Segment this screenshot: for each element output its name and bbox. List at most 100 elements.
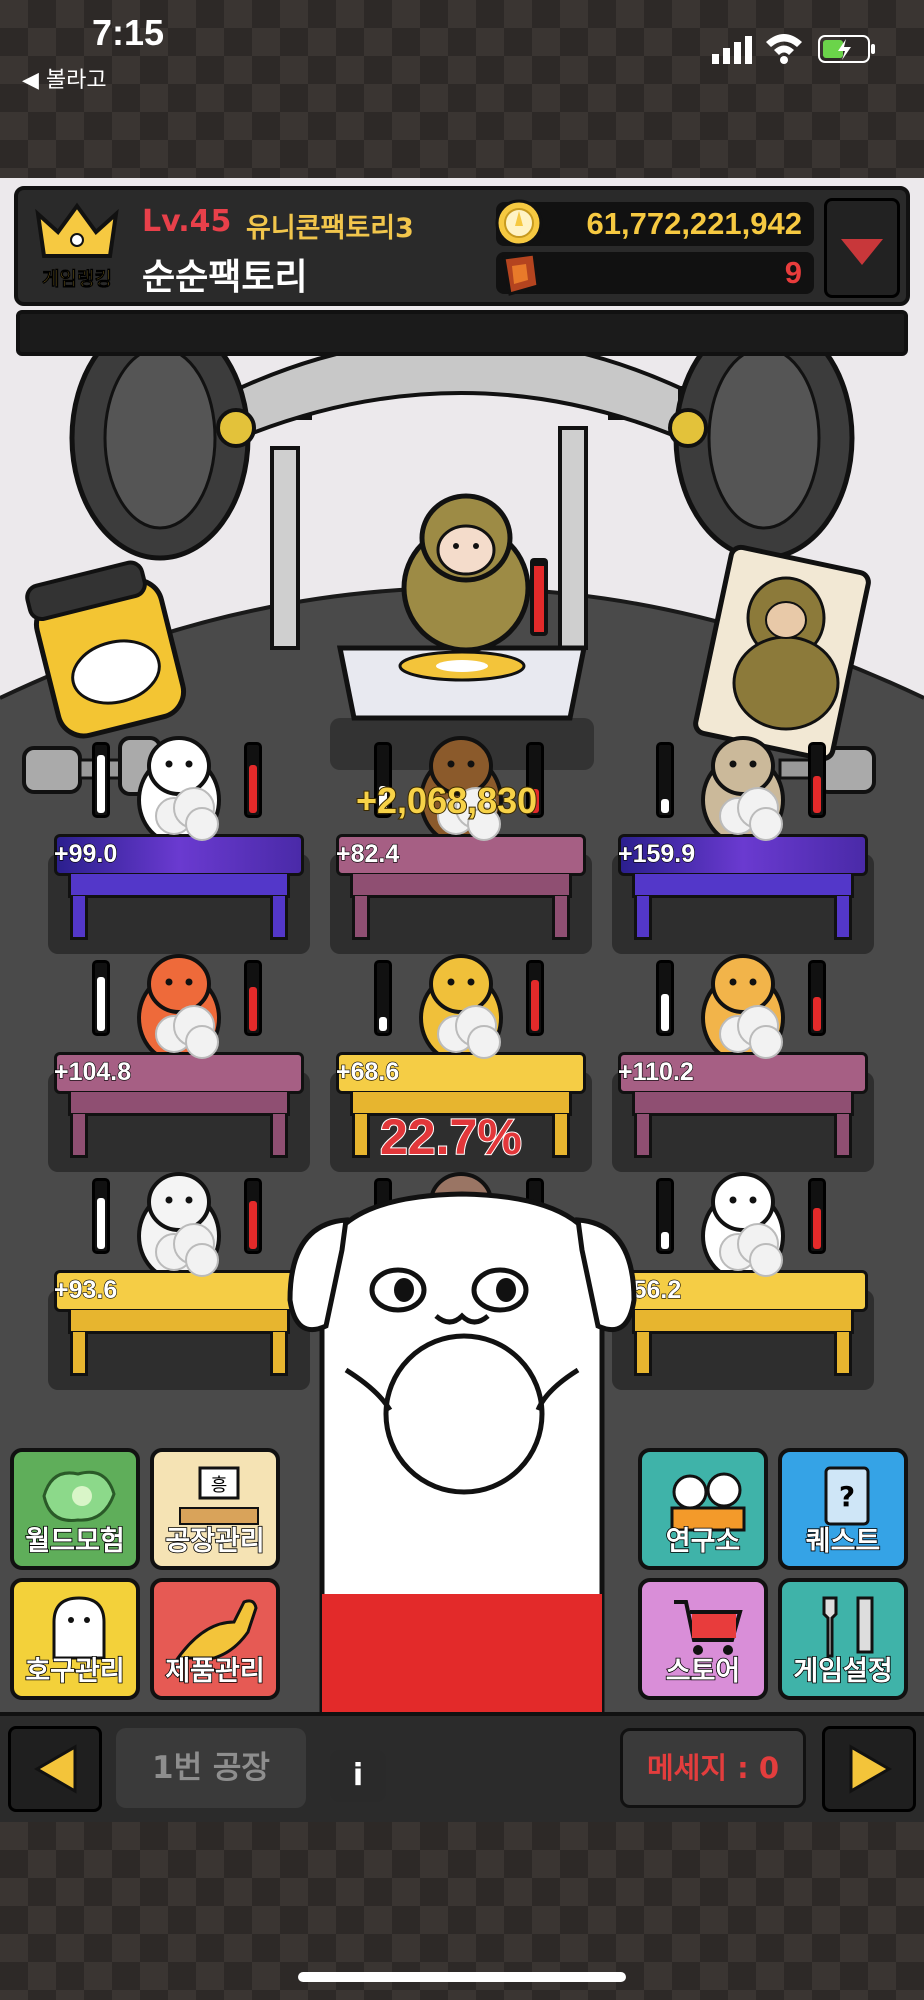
player-level: Lv.45 [142,204,232,239]
worker-stamina-gauge [92,742,110,818]
production-rate: +104.8 [53,1057,132,1086]
desk-leg [834,896,852,940]
worker-progress-gauge [526,960,544,1036]
back-to-app-link[interactable]: ◀ 볼라고 [22,62,107,94]
worker-progress-gauge [244,960,262,1036]
work-smoke-icon [155,787,219,841]
desk-front [632,1092,854,1116]
lab-button[interactable]: 연구소 [638,1448,768,1570]
store-button[interactable]: 스토어 [638,1578,768,1700]
game-screen: 게임랭킹 Lv.45 유니콘팩토리3 순순팩토리 61,772,221,942 … [0,178,924,1822]
workstation[interactable]: +159.9 [612,736,874,960]
desk-front [350,874,572,898]
gem-icon [502,252,540,296]
factory-type: 유니콘팩토리3 [246,213,414,244]
coin-icon [495,199,543,247]
bonus-popup: +2,068,830 [355,779,538,822]
progress-fill [813,997,821,1031]
desk-leg [834,1332,852,1376]
desk-front [632,874,854,898]
cat-progress-gauge[interactable] [286,1150,638,1712]
world-adventure-label: 월드모험 [25,1525,126,1558]
gem-amount: 9 [784,255,802,290]
arrow-left-icon [34,1744,77,1794]
worker-stamina-gauge [92,1178,110,1254]
factory-selector[interactable]: 1번 공장 [116,1728,306,1808]
worker-progress-gauge [244,1178,262,1254]
desk-front [68,1310,290,1334]
workstation[interactable]: +82.4 [330,736,592,960]
ranking-label: 게임랭킹 [42,268,113,291]
product-manage-button[interactable]: 제품관리 [150,1578,280,1700]
game-ranking-button[interactable]: 게임랭킹 [32,202,122,298]
progress-fill [813,776,821,813]
status-bar: 7:15 ◀ 볼라고 [0,0,924,178]
factory-navbar: 1번 공장 메세지 : 0 [0,1712,924,1822]
factory-manage-button[interactable]: 흥 공장관리 [150,1448,280,1570]
stamina-fill [97,977,105,1031]
next-factory-button[interactable] [822,1726,916,1812]
worker-stamina-gauge [656,742,674,818]
workstation[interactable]: +99.0 [48,736,310,960]
arrow-right-icon [849,1744,892,1794]
gem-counter: 9 [496,252,814,294]
dropdown-menu-button[interactable] [824,198,900,298]
customer-manage-label: 호구관리 [25,1655,126,1688]
progress-fill [249,765,257,813]
workstation[interactable]: +93.6 [48,1172,310,1396]
production-rate: +99.0 [53,839,118,868]
work-smoke-icon [719,1005,783,1059]
progress-fill [531,980,539,1031]
prev-factory-button[interactable] [8,1726,102,1812]
work-smoke-icon [719,787,783,841]
workstation[interactable]: +110.2 [612,954,874,1178]
production-rate: +82.4 [335,839,400,868]
message-counter[interactable]: 메세지 : 0 [620,1728,806,1808]
work-smoke-icon [719,1223,783,1277]
factory-manage-label: 공장관리 [165,1525,266,1558]
desk-leg [552,896,570,940]
worker-progress-gauge [244,742,262,818]
store-label: 스토어 [665,1655,741,1688]
quest-label: 퀘스트 [805,1525,881,1558]
worker-progress-gauge [808,1178,826,1254]
world-adventure-button[interactable]: 월드모험 [10,1448,140,1570]
info-button[interactable]: i [330,1750,386,1802]
desk-leg [70,1114,88,1158]
crown-icon [35,202,119,258]
svg-text:?: ? [839,1480,855,1513]
worker-stamina-gauge [92,960,110,1036]
game-settings-button[interactable]: 게임설정 [778,1578,908,1700]
coin-amount: 61,772,221,942 [586,206,803,241]
clock: 7:15 [92,12,165,53]
production-rate: +159.9 [617,839,696,868]
worker-progress-gauge [808,742,826,818]
production-rate: +110.2 [617,1057,694,1086]
quest-button[interactable]: ? 퀘스트 [778,1448,908,1570]
desk-front [68,1092,290,1116]
stamina-fill [661,994,669,1031]
worker-stamina-gauge [656,960,674,1036]
desk-leg [634,896,652,940]
work-smoke-icon [437,1005,501,1059]
workstation[interactable]: +56.2 [612,1172,874,1396]
progress-fill [249,1201,257,1249]
worker-progress-gauge [808,960,826,1036]
wifi-icon [766,34,802,64]
customer-manage-button[interactable]: 호구관리 [10,1578,140,1700]
triangle-down-icon [841,239,883,265]
cell-signal-icon [712,36,752,64]
stamina-fill [97,755,105,813]
factory-name: 순순팩토리 [142,257,308,298]
work-smoke-icon [155,1223,219,1277]
desk-leg [834,1114,852,1158]
worker-stamina-gauge [374,960,392,1036]
lab-label: 연구소 [665,1525,741,1558]
workstation[interactable]: +104.8 [48,954,310,1178]
home-indicator[interactable] [298,1972,626,1982]
progress-fill [813,1208,821,1249]
svg-text:흥: 흥 [211,1475,228,1496]
desk-leg [70,1332,88,1376]
desk-front [68,874,290,898]
desk-leg [70,896,88,940]
